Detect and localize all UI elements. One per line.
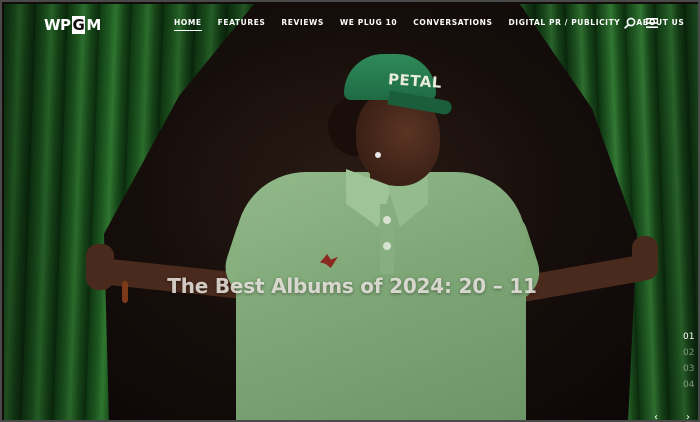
hero-photo-figure: PETAL: [4, 4, 698, 420]
site-logo[interactable]: WP G M: [44, 16, 101, 34]
browser-frame: PETAL WP G M HOME FEATURES REVIEWS WE PLUG…: [0, 0, 700, 422]
chevron-right-icon[interactable]: ›: [686, 412, 690, 420]
hero-slide[interactable]: PETAL: [4, 4, 698, 420]
shirt-placket: [380, 204, 394, 274]
nav-item-about-us[interactable]: ABOUT US: [636, 18, 684, 27]
top-navigation: WP G M HOME FEATURES REVIEWS WE PLUG 10 CO…: [4, 4, 698, 42]
search-icon[interactable]: [624, 17, 636, 29]
nav-item-digital-pr[interactable]: DIGITAL PR / PUBLICITY: [508, 18, 620, 27]
nav-item-conversations[interactable]: CONVERSATIONS: [413, 18, 492, 27]
shirt-button: [383, 216, 391, 224]
pager-item[interactable]: 04: [683, 377, 694, 393]
logo-text-mid: G: [71, 16, 86, 34]
cap-text: PETAL: [387, 70, 443, 92]
logo-text-left: WP: [44, 16, 71, 34]
chevron-left-icon[interactable]: ‹: [654, 412, 658, 420]
earring: [375, 152, 381, 158]
main-menu: HOME FEATURES REVIEWS WE PLUG 10 CONVERS…: [174, 18, 698, 31]
nav-item-reviews[interactable]: REVIEWS: [281, 18, 324, 27]
nav-item-home[interactable]: HOME: [174, 18, 202, 31]
pager-item[interactable]: 03: [683, 361, 694, 377]
pager-item[interactable]: 02: [683, 345, 694, 361]
logo-text-right: M: [86, 16, 101, 34]
hamburger-icon[interactable]: [646, 18, 658, 28]
pager-item[interactable]: 01: [683, 329, 694, 345]
hero-headline[interactable]: The Best Albums of 2024: 20 – 11: [2, 274, 698, 298]
nav-item-we-plug-10[interactable]: WE PLUG 10: [340, 18, 397, 27]
shirt-button: [383, 242, 391, 250]
nav-item-features[interactable]: FEATURES: [218, 18, 266, 27]
slide-pager: 01 02 03 04: [683, 329, 694, 393]
